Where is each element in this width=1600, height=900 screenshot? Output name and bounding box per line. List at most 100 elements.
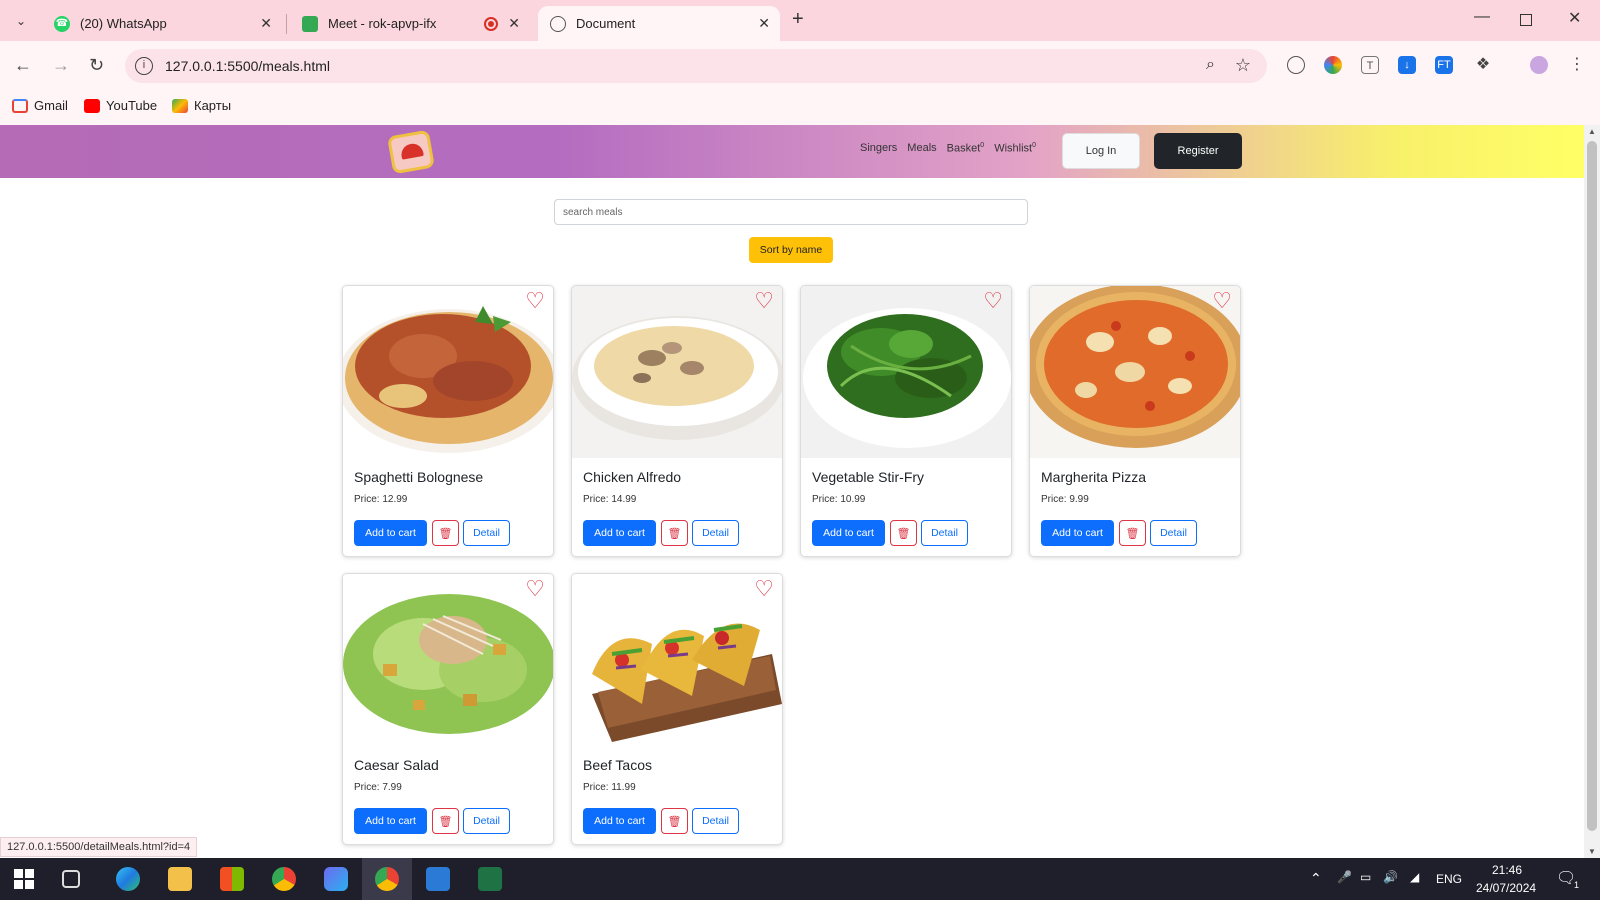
scroll-down-icon[interactable]: ▼ bbox=[1588, 847, 1596, 856]
wishlist-heart-icon[interactable]: ♡ bbox=[983, 290, 1003, 312]
delete-button[interactable]: 🗑 bbox=[661, 808, 688, 834]
restore-icon[interactable] bbox=[1520, 14, 1532, 26]
forward-icon[interactable]: → bbox=[52, 55, 70, 76]
bookmark-gmail[interactable]: Gmail bbox=[12, 98, 68, 113]
bookmark-label: YouTube bbox=[106, 98, 158, 113]
volume-icon[interactable]: 🔊 bbox=[1383, 870, 1398, 884]
meal-image bbox=[801, 286, 1011, 458]
link-status-bubble: 127.0.0.1:5500/detailMeals.html?id=4 bbox=[0, 837, 198, 857]
extension-icon[interactable] bbox=[1287, 56, 1305, 74]
trash-icon: 🗑 bbox=[1125, 527, 1140, 540]
delete-button[interactable]: 🗑 bbox=[890, 520, 917, 546]
nav-label: Wishlist bbox=[994, 142, 1033, 155]
nav-meals[interactable]: Meals bbox=[907, 142, 936, 155]
text-extension-icon[interactable]: T bbox=[1361, 56, 1379, 74]
excel-icon[interactable] bbox=[478, 867, 502, 891]
meal-card: ♡ Spaghetti Bolognese Price: 12.99 Add t… bbox=[342, 285, 554, 557]
clock-time[interactable]: 21:46 bbox=[1492, 863, 1522, 877]
microsoft-store-icon[interactable] bbox=[220, 867, 244, 891]
detail-button[interactable]: Detail bbox=[463, 520, 510, 546]
wishlist-heart-icon[interactable]: ♡ bbox=[754, 578, 774, 600]
url-text[interactable]: 127.0.0.1:5500/meals.html bbox=[165, 58, 330, 74]
task-view-icon[interactable] bbox=[62, 870, 80, 888]
delete-button[interactable]: 🗑 bbox=[661, 520, 688, 546]
microphone-icon[interactable]: 🎤 bbox=[1337, 870, 1352, 884]
chevron-up-icon[interactable]: ⌃ bbox=[1310, 870, 1322, 887]
chrome-profile-icon[interactable] bbox=[375, 867, 399, 891]
search-input[interactable] bbox=[554, 199, 1028, 225]
meal-price: Price: 11.99 bbox=[583, 782, 636, 793]
add-to-cart-button[interactable]: Add to cart bbox=[583, 520, 656, 546]
bookmark-maps[interactable]: Карты bbox=[172, 98, 231, 113]
scrollbar-thumb[interactable] bbox=[1587, 141, 1597, 831]
detail-button[interactable]: Detail bbox=[692, 808, 739, 834]
tab-title: Meet - rok-apvp-ifx bbox=[328, 16, 437, 31]
vscode-icon[interactable] bbox=[426, 867, 450, 891]
wishlist-heart-icon[interactable]: ♡ bbox=[1212, 290, 1232, 312]
battery-icon[interactable]: ▭ bbox=[1360, 870, 1371, 884]
scroll-up-icon[interactable]: ▲ bbox=[1588, 127, 1596, 136]
sort-by-name-button[interactable]: Sort by name bbox=[749, 237, 833, 263]
minimize-icon[interactable]: — bbox=[1474, 8, 1490, 26]
close-icon[interactable]: ✕ bbox=[758, 15, 770, 32]
profile-avatar-icon[interactable] bbox=[1530, 56, 1548, 74]
gmail-icon bbox=[12, 98, 28, 113]
nav-basket[interactable]: Basket0 bbox=[947, 142, 985, 155]
chrome-icon[interactable] bbox=[272, 867, 296, 891]
download-extension-icon[interactable]: ↓ bbox=[1398, 56, 1416, 74]
wishlist-heart-icon[interactable]: ♡ bbox=[525, 290, 545, 312]
delete-button[interactable]: 🗑 bbox=[432, 808, 459, 834]
close-icon[interactable]: ✕ bbox=[260, 15, 272, 32]
nav-singers[interactable]: Singers bbox=[860, 142, 897, 155]
bookmark-youtube[interactable]: YouTube bbox=[84, 98, 157, 113]
detail-button[interactable]: Detail bbox=[692, 520, 739, 546]
site-logo[interactable] bbox=[387, 129, 435, 175]
detail-button[interactable]: Detail bbox=[1150, 520, 1197, 546]
tab-title: (20) WhatsApp bbox=[80, 16, 167, 31]
add-to-cart-button[interactable]: Add to cart bbox=[354, 808, 427, 834]
delete-button[interactable]: 🗑 bbox=[1119, 520, 1146, 546]
trash-icon: 🗑 bbox=[438, 527, 453, 540]
close-icon[interactable]: ✕ bbox=[508, 15, 520, 32]
new-tab-button[interactable]: + bbox=[792, 8, 804, 31]
meal-card: ♡ Vegetable Stir-Fry Price: 10.99 Add to… bbox=[800, 285, 1012, 557]
wifi-icon[interactable]: ◢ bbox=[1410, 870, 1419, 884]
bookmark-star-icon[interactable]: ☆ bbox=[1235, 55, 1251, 76]
reload-icon[interactable]: ↻ bbox=[89, 55, 104, 76]
back-icon[interactable]: ← bbox=[14, 55, 32, 76]
kebab-menu-icon[interactable]: ⋮ bbox=[1568, 56, 1586, 74]
tab-document[interactable]: Document ✕ bbox=[538, 6, 780, 41]
price-prefix: Price: bbox=[354, 494, 383, 505]
close-window-icon[interactable]: ✕ bbox=[1568, 8, 1581, 28]
media-app-icon[interactable] bbox=[324, 867, 348, 891]
file-explorer-icon[interactable] bbox=[168, 867, 192, 891]
windows-start-icon[interactable] bbox=[12, 867, 36, 891]
delete-button[interactable]: 🗑 bbox=[432, 520, 459, 546]
add-to-cart-button[interactable]: Add to cart bbox=[812, 520, 885, 546]
wishlist-heart-icon[interactable]: ♡ bbox=[754, 290, 774, 312]
detail-button[interactable]: Detail bbox=[463, 808, 510, 834]
puzzle-icon[interactable]: ❖ bbox=[1474, 56, 1492, 74]
language-indicator[interactable]: ENG bbox=[1436, 872, 1462, 886]
tab-search-button[interactable]: ⌄ bbox=[8, 8, 34, 34]
nav-wishlist[interactable]: Wishlist0 bbox=[994, 142, 1036, 155]
color-picker-extension-icon[interactable] bbox=[1324, 56, 1342, 74]
maps-icon bbox=[172, 98, 188, 113]
wishlist-heart-icon[interactable]: ♡ bbox=[525, 578, 545, 600]
edge-icon[interactable] bbox=[116, 867, 140, 891]
bookmark-label: Gmail bbox=[34, 98, 68, 113]
register-button[interactable]: Register bbox=[1154, 133, 1242, 169]
address-bar[interactable]: i 127.0.0.1:5500/meals.html ⌕ ☆ bbox=[125, 49, 1267, 83]
detail-button[interactable]: Detail bbox=[921, 520, 968, 546]
page-scrollbar[interactable]: ▲ ▼ bbox=[1584, 125, 1600, 858]
add-to-cart-button[interactable]: Add to cart bbox=[354, 520, 427, 546]
add-to-cart-button[interactable]: Add to cart bbox=[1041, 520, 1114, 546]
site-info-icon[interactable]: i bbox=[135, 57, 153, 75]
tab-meet[interactable]: Meet - rok-apvp-ifx ✕ bbox=[290, 6, 530, 41]
add-to-cart-button[interactable]: Add to cart bbox=[583, 808, 656, 834]
clock-date[interactable]: 24/07/2024 bbox=[1476, 881, 1536, 895]
ft-extension-icon[interactable]: FT bbox=[1435, 56, 1453, 74]
login-button[interactable]: Log In bbox=[1062, 133, 1140, 169]
zoom-icon[interactable]: ⌕ bbox=[1206, 56, 1215, 74]
tab-whatsapp[interactable]: ☎ (20) WhatsApp ✕ bbox=[42, 6, 282, 41]
